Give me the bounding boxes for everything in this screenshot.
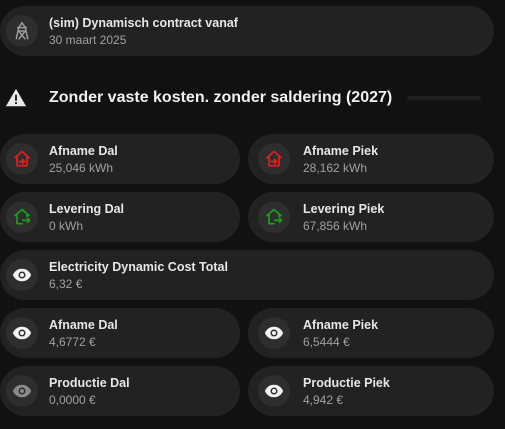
eye-icon	[258, 317, 290, 349]
afname-dal-cost-card[interactable]: Afname Dal 4,6772 €	[0, 308, 240, 358]
levering-dal-card[interactable]: Levering Dal 0 kWh	[0, 192, 240, 242]
eye-icon	[258, 375, 290, 407]
cost-total-title: Electricity Dynamic Cost Total	[49, 260, 228, 274]
productie-dal-value: 0,0000 €	[49, 393, 96, 407]
levering-dal-title: Levering Dal	[49, 202, 125, 216]
afname-piek-cost-value: 6,5444 €	[303, 335, 350, 349]
home-import-icon	[258, 143, 290, 175]
section-divider-bar	[407, 96, 481, 100]
productie-dal-card[interactable]: Productie Dal 0,0000 €	[0, 366, 240, 416]
afname-piek-cost-card[interactable]: Afname Piek 6,5444 €	[248, 308, 494, 358]
cost-total-card[interactable]: Electricity Dynamic Cost Total 6,32 €	[0, 250, 494, 300]
section-title: Zonder vaste kosten. zonder saldering (2…	[49, 89, 393, 106]
afname-piek-kwh-value: 28,162 kWh	[303, 161, 368, 175]
eye-icon	[6, 317, 38, 349]
levering-dal-value: 0 kWh	[49, 219, 84, 233]
home-import-icon	[6, 143, 38, 175]
eye-icon	[6, 259, 38, 291]
levering-piek-title: Levering Piek	[303, 202, 385, 216]
contract-card[interactable]: (sim) Dynamisch contract vanaf 30 maart …	[0, 6, 494, 56]
cost-total-value: 6,32 €	[49, 277, 83, 291]
productie-piek-card[interactable]: Productie Piek 4,942 €	[248, 366, 494, 416]
afname-piek-kwh-title: Afname Piek	[303, 144, 379, 158]
home-export-icon	[258, 201, 290, 233]
productie-dal-title: Productie Dal	[49, 376, 130, 390]
afname-piek-cost-title: Afname Piek	[303, 318, 379, 332]
section-header: Zonder vaste kosten. zonder saldering (2…	[0, 76, 505, 120]
afname-piek-kwh-card[interactable]: Afname Piek 28,162 kWh	[248, 134, 494, 184]
transmission-tower-icon	[6, 15, 38, 47]
afname-dal-cost-value: 4,6772 €	[49, 335, 96, 349]
contract-title: (sim) Dynamisch contract vanaf	[49, 16, 238, 30]
afname-dal-kwh-value: 25,046 kWh	[49, 161, 114, 175]
alert-triangle-icon	[5, 88, 27, 107]
levering-piek-card[interactable]: Levering Piek 67,856 kWh	[248, 192, 494, 242]
afname-dal-cost-title: Afname Dal	[49, 318, 118, 332]
levering-piek-value: 67,856 kWh	[303, 219, 368, 233]
productie-piek-title: Productie Piek	[303, 376, 390, 390]
contract-date: 30 maart 2025	[49, 33, 127, 47]
home-export-icon	[6, 201, 38, 233]
eye-icon	[6, 375, 38, 407]
afname-dal-kwh-title: Afname Dal	[49, 144, 118, 158]
productie-piek-value: 4,942 €	[303, 393, 344, 407]
afname-dal-kwh-card[interactable]: Afname Dal 25,046 kWh	[0, 134, 240, 184]
